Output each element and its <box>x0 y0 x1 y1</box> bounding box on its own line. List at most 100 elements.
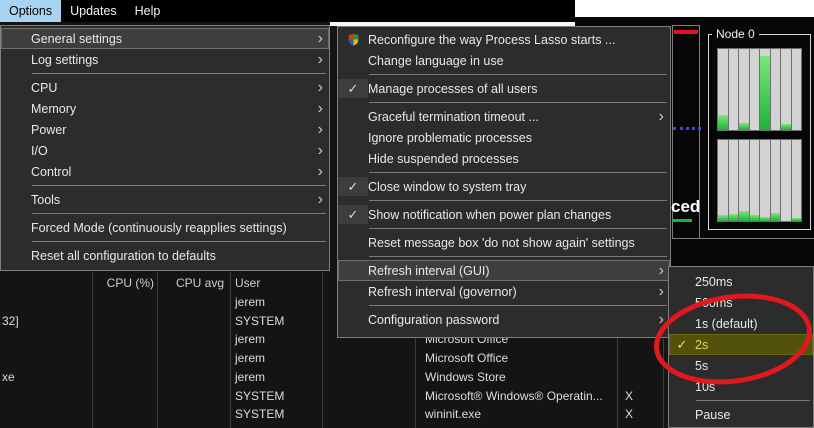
core-usage-fill <box>791 217 801 221</box>
menu-item-1s-default[interactable]: 1s (default) <box>669 313 813 334</box>
core-usage-bar <box>739 49 749 130</box>
submenu-arrow-icon: › <box>658 261 664 279</box>
menu-item-change-language-in-use[interactable]: Change language in use <box>338 50 670 71</box>
menu-item-log-settings[interactable]: Log settings › <box>1 49 329 70</box>
menu-separator <box>32 241 326 242</box>
core-usage-bar <box>781 140 791 221</box>
menu-item-label: Close window to system tray <box>368 179 527 194</box>
menu-separator <box>369 256 667 257</box>
background-window-band <box>575 0 814 17</box>
menu-item-label: Log settings <box>31 52 99 67</box>
core-usage-fill <box>739 122 749 130</box>
menu-item-i-o[interactable]: I/O › <box>1 140 329 161</box>
menu-item-10s[interactable]: 10s <box>669 376 813 397</box>
menu-item-pause[interactable]: Pause <box>669 404 813 425</box>
menu-item-label: 500ms <box>695 295 733 310</box>
menu-item-gutter <box>1 29 31 48</box>
menu-item-configuration-password[interactable]: Configuration password › <box>338 309 670 330</box>
menu-separator <box>369 228 667 229</box>
menu-item-hide-suspended-processes[interactable]: Hide suspended processes <box>338 148 670 169</box>
core-usage-fill <box>760 56 770 130</box>
menu-item-2s[interactable]: ✓ 2s <box>669 334 813 355</box>
menu-item-label: Reset message box 'do not show again' se… <box>368 235 635 250</box>
submenu-arrow-icon: › <box>317 162 323 180</box>
menu-item-gutter <box>1 246 31 265</box>
menu-item-label: 2s <box>695 337 709 352</box>
core-usage-bar <box>760 140 770 221</box>
menu-item-ignore-problematic-processes[interactable]: Ignore problematic processes <box>338 127 670 148</box>
menubar-item-options[interactable]: Options <box>0 0 62 22</box>
menu-item-reconfigure-the-way-process-lasso-starts[interactable]: Reconfigure the way Process Lasso starts… <box>338 29 670 50</box>
menu-item-500ms[interactable]: 500ms <box>669 292 813 313</box>
uac-shield-icon <box>338 30 368 49</box>
cpu-history-red-line-icon <box>674 30 698 34</box>
menu-item-manage-processes-of-all-users[interactable]: ✓ Manage processes of all users <box>338 78 670 99</box>
menu-item-gutter <box>1 141 31 160</box>
submenu-arrow-icon: › <box>317 50 323 68</box>
core-usage-bar <box>718 140 728 221</box>
menu-item-gutter <box>338 128 368 147</box>
menu-item-power[interactable]: Power › <box>1 119 329 140</box>
core-usage-fill <box>770 212 780 221</box>
column-header-cpu-avg[interactable]: CPU avg <box>176 276 224 290</box>
menu-item-gutter <box>1 190 31 209</box>
core-usage-bar <box>791 49 801 130</box>
menu-item-label: 250ms <box>695 274 733 289</box>
core-usage-fill <box>728 213 738 221</box>
menu-separator <box>369 102 667 103</box>
core-usage-row-top <box>717 48 802 131</box>
submenu-arrow-icon: › <box>658 107 664 125</box>
check-icon: ✓ <box>338 79 368 98</box>
user-cell: jerem <box>235 351 266 365</box>
menu-item-label: 10s <box>695 379 716 394</box>
menubar-item-updates[interactable]: Updates <box>61 0 126 22</box>
column-header-user[interactable]: User <box>235 276 260 290</box>
menu-item-general-settings[interactable]: General settings › <box>1 28 329 49</box>
product-cell: Microsoft® Windows® Operatin... <box>425 389 603 403</box>
menu-item-forced-mode-continuously-reapplies-setti[interactable]: Forced Mode (continuously reapplies sett… <box>1 217 329 238</box>
menu-item-show-notification-when-power-plan-change[interactable]: ✓ Show notification when power plan chang… <box>338 204 670 225</box>
menu-item-control[interactable]: Control › <box>1 161 329 182</box>
process-name-fragment: xe <box>2 370 15 384</box>
menu-item-reset-message-box-do-not-show-again-sett[interactable]: Reset message box 'do not show again' se… <box>338 232 670 253</box>
menu-item-graceful-termination-timeout[interactable]: Graceful termination timeout ... › <box>338 106 670 127</box>
menu-item-refresh-interval-governor[interactable]: Refresh interval (governor) › <box>338 281 670 302</box>
menu-item-label: Manage processes of all users <box>368 81 538 96</box>
menu-separator <box>32 185 326 186</box>
menu-item-memory[interactable]: Memory › <box>1 98 329 119</box>
menu-item-250ms[interactable]: 250ms <box>669 271 813 292</box>
menu-item-cpu[interactable]: CPU › <box>1 77 329 98</box>
pane-divider <box>672 238 814 239</box>
core-usage-fill <box>760 216 770 221</box>
general-settings-submenu: Reconfigure the way Process Lasso starts… <box>337 26 671 338</box>
menu-item-gutter <box>1 162 31 181</box>
menu-item-label: Refresh interval (GUI) <box>368 263 490 278</box>
menu-item-label: CPU <box>31 80 58 95</box>
menu-item-gutter <box>1 218 31 237</box>
submenu-arrow-icon: › <box>317 29 323 47</box>
menubar-item-help[interactable]: Help <box>126 0 170 22</box>
user-cell: jerem <box>235 370 266 384</box>
menu-item-5s[interactable]: 5s <box>669 355 813 376</box>
menu-item-tools[interactable]: Tools › <box>1 189 329 210</box>
core-usage-bar <box>781 49 791 130</box>
menu-item-label: General settings <box>31 31 123 46</box>
menu-item-close-window-to-system-tray[interactable]: ✓ Close window to system tray <box>338 176 670 197</box>
core-usage-bar <box>770 49 780 130</box>
menu-item-label: Graceful termination timeout ... <box>368 109 539 124</box>
user-cell: jerem <box>235 295 266 309</box>
submenu-arrow-icon: › <box>658 282 664 300</box>
core-usage-bar <box>728 49 738 130</box>
menu-item-reset-all-configuration-to-defaults[interactable]: Reset all configuration to defaults <box>1 245 329 266</box>
check-icon: ✓ <box>338 205 368 224</box>
menu-item-label: 5s <box>695 358 709 373</box>
submenu-arrow-icon: › <box>317 120 323 138</box>
product-cell: Windows Store <box>425 370 506 384</box>
core-usage-fill <box>781 123 791 130</box>
core-usage-bar <box>791 140 801 221</box>
menu-bar: Options Updates Help <box>0 0 575 22</box>
column-header-cpu[interactable]: CPU (%) <box>107 276 154 290</box>
user-cell: SYSTEM <box>235 407 285 421</box>
menu-item-refresh-interval-gui[interactable]: Refresh interval (GUI) › <box>338 260 670 281</box>
menu-item-label: Configuration password <box>368 312 500 327</box>
